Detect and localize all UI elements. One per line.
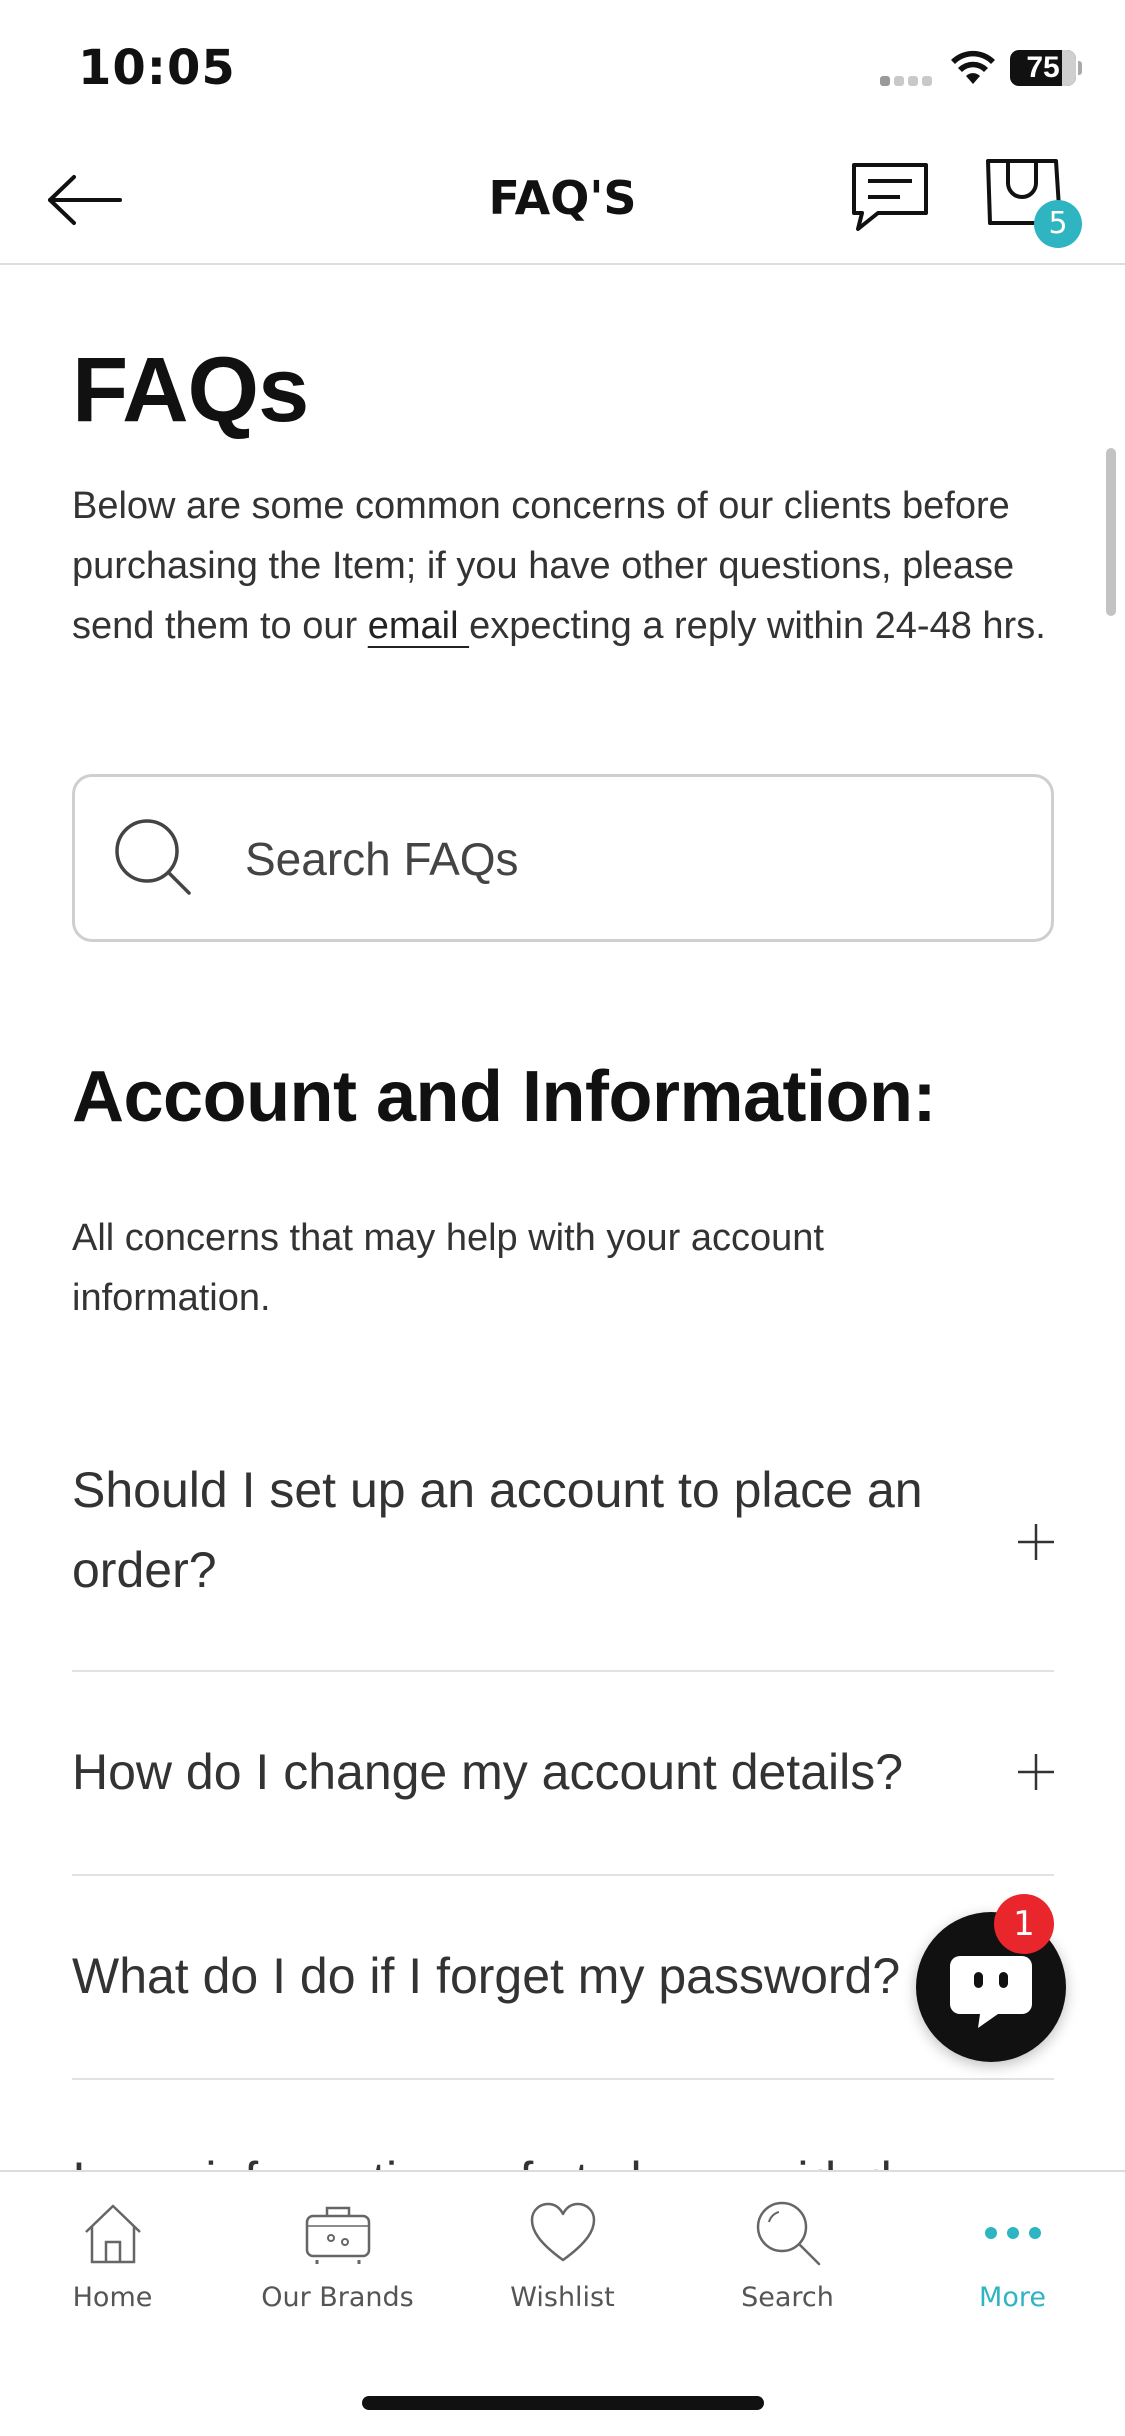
email-link[interactable]: email	[368, 605, 469, 647]
faq-question-partial[interactable]: Is my information safe to be provided	[72, 2140, 892, 2170]
battery-level: 75	[1026, 51, 1060, 84]
tab-search[interactable]: Search	[675, 2198, 900, 2348]
faq-question: Should I set up an account to place an o…	[72, 1462, 923, 1598]
search-icon	[115, 819, 191, 895]
cellular-signal-icon	[880, 70, 936, 86]
battery-icon: 75	[1010, 50, 1076, 86]
tab-more[interactable]: More	[900, 2198, 1125, 2348]
page-header-title: FAQ'S	[488, 171, 637, 225]
plus-icon[interactable]	[1018, 1524, 1054, 1560]
status-bar: 10:05 75	[0, 0, 1125, 135]
tab-wishlist[interactable]: Wishlist	[450, 2198, 675, 2348]
faq-question: What do I do if I forget my password?	[72, 1948, 901, 2004]
status-time: 10:05	[78, 40, 236, 96]
faq-header: FAQs Below are some common concerns of o…	[72, 330, 1054, 656]
search-input[interactable]	[245, 813, 1025, 905]
tab-label: Search	[741, 2282, 834, 2313]
home-indicator[interactable]	[362, 2396, 764, 2410]
heart-icon	[530, 2202, 595, 2262]
tab-label: Wishlist	[510, 2282, 615, 2313]
cart-count-badge: 5	[1034, 200, 1082, 248]
faq-question: How do I change my account details?	[72, 1744, 904, 1800]
tab-label: Our Brands	[261, 2282, 414, 2313]
section-description: All concerns that may help with your acc…	[72, 1217, 824, 1319]
nav-bar: FAQ'S	[0, 135, 1125, 265]
faq-item[interactable]: How do I change my account details?	[72, 1672, 1054, 1876]
chat-unread-badge: 1	[994, 1894, 1054, 1954]
wifi-icon	[951, 50, 995, 84]
faq-search-box[interactable]	[72, 774, 1054, 942]
tab-label: Home	[72, 2282, 153, 2313]
faq-item[interactable]: Should I set up an account to place an o…	[72, 1430, 1054, 1672]
faq-item[interactable]: What do I do if I forget my password?	[72, 1876, 1054, 2080]
intro-text-end: expecting a reply within 24-48 hrs.	[469, 605, 1046, 647]
home-icon	[84, 2204, 141, 2264]
section-title: Account and Information:	[72, 1057, 936, 1137]
tab-our-brands[interactable]: Our Brands	[225, 2198, 450, 2348]
tab-home[interactable]: Home	[0, 2198, 225, 2348]
search-icon	[756, 2201, 820, 2266]
back-arrow-icon[interactable]	[40, 165, 130, 235]
plus-icon[interactable]	[1018, 1754, 1054, 1790]
scrollbar[interactable]	[1106, 448, 1116, 616]
battery-tip	[1078, 61, 1082, 75]
page-title: FAQs	[72, 339, 309, 441]
message-icon[interactable]	[848, 157, 932, 241]
tab-label: More	[979, 2282, 1046, 2313]
intro-text: Below are some common concerns of our cl…	[72, 476, 1054, 656]
brands-icon	[305, 2206, 370, 2264]
more-icon	[984, 2227, 1041, 2239]
